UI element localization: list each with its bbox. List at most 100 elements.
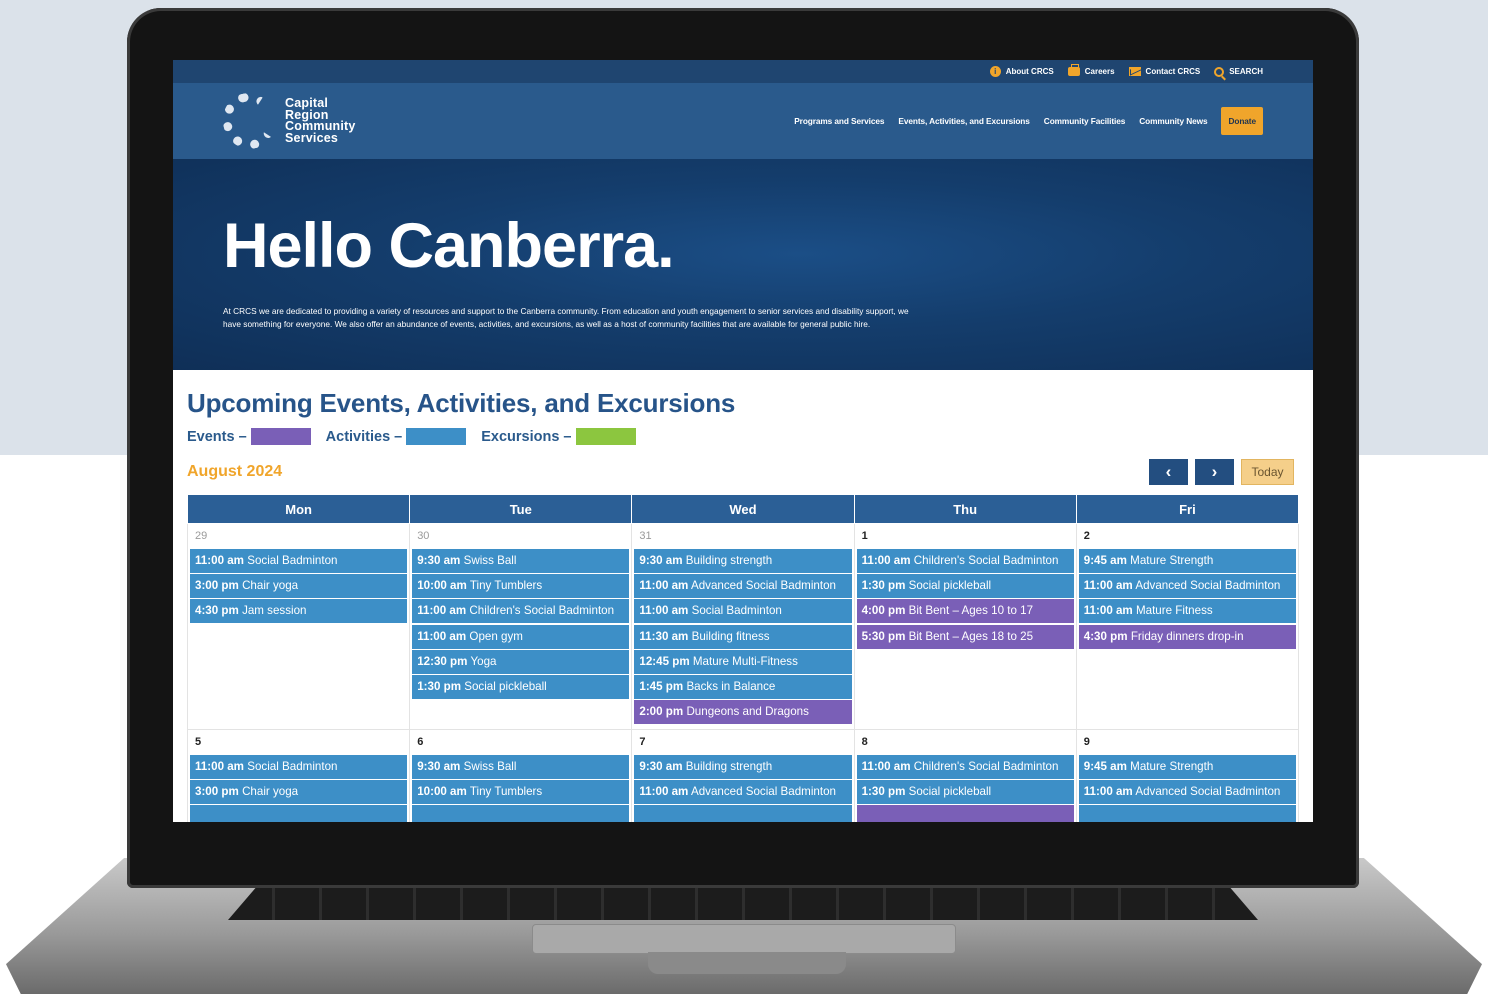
legend-excursions: Excursions – [481,428,636,445]
logo-line: Services [285,130,339,145]
donate-button[interactable]: Donate [1221,107,1263,135]
entry-title: Social Badminton [247,760,338,773]
search-link[interactable]: SEARCH [1214,66,1263,77]
calendar-entry-activity[interactable] [634,805,852,822]
calendar-entry-activity[interactable]: 11:00 am Advanced Social Badminton [634,574,852,599]
laptop-trackpad [532,924,956,954]
weekday-header-row: Mon Tue Wed Thu Fri [186,494,1300,524]
nav-facilities[interactable]: Community Facilities [1044,116,1126,126]
calendar-body: 29 11:00 am Social Badminton 3:00 pm Chair… [186,523,1300,822]
nav-programs[interactable]: Programs and Services [794,116,884,126]
briefcase-icon [1067,64,1080,76]
entry-title: Children's Social Badminton [913,760,1059,773]
next-week-button[interactable]: › [1195,459,1234,485]
entry-title: Tiny Tumblers [469,579,543,593]
calendar-entry-activity[interactable]: 11:00 am Advanced Social Badminton [634,780,852,805]
calendar-entry-activity[interactable]: 11:00 am Open gym [412,624,630,649]
calendar-day-cell[interactable]: 7 9:30 am Building strength 11:00 am Advan… [631,729,855,822]
legend-activities-swatch [406,428,467,445]
calendar-entry-activity[interactable]: 11:00 am Children's Social Badminton [856,549,1074,573]
calendar-day-cell[interactable]: 30 9:30 am Swiss Ball 10:00 am Tiny Tumble… [409,523,633,730]
calendar-entry-activity[interactable]: 1:30 pm Social pickleball [856,574,1074,599]
calendar-entry-activity[interactable]: 12:45 pm Mature Multi-Fitness [634,649,852,674]
calendar-entry-activity[interactable]: 9:45 am Mature Strength [1078,755,1296,779]
calendar-entry-activity[interactable] [412,805,630,822]
entry-time: 2:00 pm [639,705,684,719]
calendar-entry-event[interactable]: 5:30 pm Bit Bent – Ages 18 to 25 [856,624,1074,649]
calendar-entry-activity[interactable]: 9:30 am Building strength [634,755,852,779]
calendar-entry-activity[interactable]: 9:30 am Swiss Ball [412,755,630,779]
calendar-entry-activity[interactable]: 11:00 am Social Badminton [190,549,408,573]
calendar-day-cell[interactable]: 31 9:30 am Building strength 11:00 am Adva… [631,523,855,730]
calendar-entry-event[interactable]: 4:00 pm Bit Bent – Ages 10 to 17 [856,599,1074,624]
crcs-logo[interactable]: Capital Region Community Services [217,88,356,154]
today-button[interactable]: Today [1241,459,1294,485]
entry-time: 9:30 am [639,760,683,773]
calendar-entry-event[interactable]: 4:30 pm Friday dinners drop-in [1078,624,1296,649]
entry-time: 11:00 am [195,760,244,773]
calendar-entry-activity[interactable]: 11:00 am Advanced Social Badminton [1078,780,1296,805]
entry-time: 1:30 pm [861,785,906,799]
calendar-day-cell[interactable]: 2 9:45 am Mature Strength 11:00 am Advance… [1075,523,1300,730]
calendar-entry-event[interactable] [856,805,1074,822]
entry-title: Social Badminton [691,604,782,618]
careers-link[interactable]: Careers [1067,64,1115,76]
day-number: 5 [195,736,202,748]
entry-time: 12:30 pm [417,654,468,668]
calendar-entry-activity[interactable]: 9:45 am Mature Strength [1078,549,1296,573]
day-number: 6 [417,736,424,748]
entry-title: Bit Bent – Ages 18 to 25 [908,629,1034,643]
calendar-entry-activity[interactable]: 11:30 am Building fitness [634,624,852,649]
entry-time: 11:00 am [1083,579,1133,593]
calendar-entry-activity[interactable]: 4:30 pm Jam session [190,599,408,624]
calendar-day-cell[interactable]: 1 11:00 am Children's Social Badminton 1:3… [853,523,1077,730]
about-link[interactable]: i About CRCS [989,66,1054,77]
calendar-entry-activity[interactable]: 10:00 am Tiny Tumblers [412,574,630,599]
entry-time: 11:00 am [417,604,467,618]
entry-title: Building strength [685,554,773,567]
calendar-day-cell[interactable]: 5 11:00 am Social Badminton 3:00 pm Chair … [186,729,411,822]
calendar-entry-activity[interactable]: 3:00 pm Chair yoga [190,574,408,599]
calendar-entry-activity[interactable]: 1:30 pm Social pickleball [412,674,630,699]
calendar-entry-activity[interactable]: 12:30 pm Yoga [412,649,630,674]
day-number: 31 [639,530,652,542]
calendar-entry-activity[interactable]: 11:00 am Social Badminton [634,599,852,624]
calendar-entry-activity[interactable]: 11:00 am Advanced Social Badminton [1078,574,1296,599]
calendar-day-cell[interactable]: 29 11:00 am Social Badminton 3:00 pm Chair… [186,523,411,730]
calendar-entry-activity[interactable]: 11:00 am Social Badminton [190,755,408,779]
entry-title: Advanced Social Badminton [690,579,836,593]
calendar-entry-activity[interactable]: 9:30 am Building strength [634,549,852,573]
calendar-entry-activity[interactable] [1078,805,1296,822]
nav-events[interactable]: Events, Activities, and Excursions [898,116,1030,126]
prev-week-button[interactable]: ‹ [1149,459,1188,485]
entry-title: Chair yoga [242,579,299,593]
calendar-entry-activity[interactable]: 1:30 pm Social pickleball [856,780,1074,805]
calendar-entry-activity[interactable]: 1:45 pm Backs in Balance [634,674,852,699]
entry-title: Social pickleball [464,679,547,693]
entry-time: 11:00 am [639,604,689,618]
calendar-entry-activity[interactable] [190,805,408,822]
calendar-entry-activity[interactable]: 9:30 am Swiss Ball [412,549,630,573]
calendar-entry-activity[interactable]: 11:00 am Mature Fitness [1078,599,1296,624]
calendar-entry-activity[interactable]: 3:00 pm Chair yoga [190,780,408,805]
main-navigation: Capital Region Community Services Progra… [173,83,1313,159]
calendar-entry-activity[interactable]: 11:00 am Children's Social Badminton [412,599,630,624]
entry-title: Mature Strength [1130,760,1214,773]
calendar-day-cell[interactable]: 6 9:30 am Swiss Ball 10:00 am Tiny Tumbler… [409,729,633,822]
entry-title: Bit Bent – Ages 10 to 17 [908,604,1034,618]
entry-title: Advanced Social Badminton [690,785,836,799]
calendar-entry-activity[interactable]: 11:00 am Children's Social Badminton [856,755,1074,779]
careers-label: Careers [1084,67,1115,76]
calendar-entry-event[interactable]: 2:00 pm Dungeons and Dragons [634,700,852,725]
entry-time: 1:45 pm [639,679,684,693]
calendar-day-cell[interactable]: 9 9:45 am Mature Strength 11:00 am Advance… [1075,729,1300,822]
nav-news[interactable]: Community News [1139,116,1207,126]
calendar-day-cell[interactable]: 8 11:00 am Children's Social Badminton 1:3… [853,729,1077,822]
calendar-toolbar: August 2024 ‹ › Today [187,459,1299,485]
calendar-entry-activity[interactable]: 10:00 am Tiny Tumblers [412,780,630,805]
contact-link[interactable]: Contact CRCS [1128,67,1200,76]
weekday-header: Wed [631,494,855,524]
day-number: 7 [639,736,646,748]
entry-time: 11:00 am [195,554,244,567]
entry-time: 5:30 pm [861,629,906,643]
